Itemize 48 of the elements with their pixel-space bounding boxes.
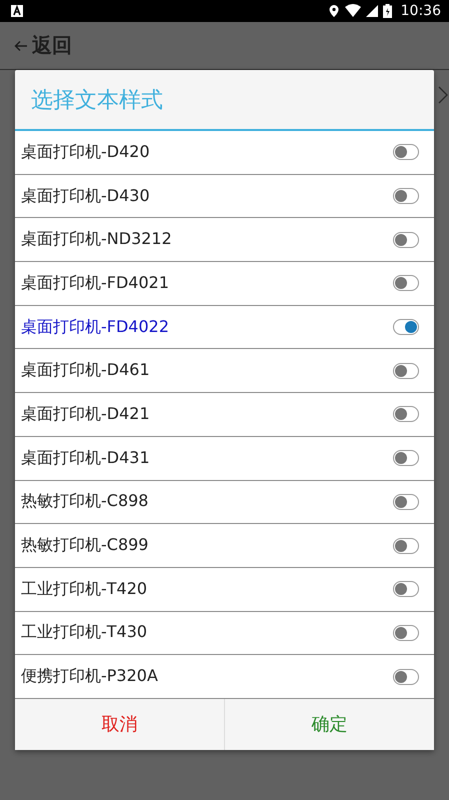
back-arrow-icon <box>14 40 28 52</box>
toggle-switch[interactable] <box>393 319 419 336</box>
option-row[interactable]: 桌面打印机-D431 <box>15 436 434 480</box>
location-icon <box>328 4 340 18</box>
option-row[interactable]: 桌面打印机-D421 <box>15 393 434 437</box>
app-notification-icon <box>10 4 24 18</box>
toggle-switch[interactable] <box>393 406 419 422</box>
toggle-switch[interactable] <box>393 581 419 598</box>
toggle-switch[interactable] <box>393 188 419 204</box>
option-label: 热敏打印机-C899 <box>21 535 148 556</box>
option-row[interactable]: 工业打印机-T430 <box>15 612 434 656</box>
option-row[interactable]: 桌面打印机-D420 <box>15 131 434 175</box>
option-label: 桌面打印机-D461 <box>21 360 150 382</box>
toggle-switch[interactable] <box>393 538 419 554</box>
wifi-icon <box>344 4 361 18</box>
toggle-switch[interactable] <box>393 668 419 685</box>
option-row[interactable]: 桌面打印机-FD4022 <box>15 306 434 350</box>
option-row[interactable]: 桌面打印机-ND3212 <box>15 218 434 262</box>
toggle-switch[interactable] <box>393 450 419 466</box>
option-label: 工业打印机-T430 <box>21 622 148 644</box>
cancel-button[interactable]: 取消 <box>15 698 224 750</box>
option-label: 桌面打印机-D431 <box>21 448 150 469</box>
chevron-right-icon <box>438 86 448 104</box>
option-label: 工业打印机-T420 <box>21 578 148 600</box>
option-label: 桌面打印机-D430 <box>21 186 150 207</box>
option-row[interactable]: 桌面打印机-D430 <box>15 174 434 218</box>
option-label: 桌面打印机-ND3212 <box>21 229 172 250</box>
toggle-switch[interactable] <box>393 144 419 160</box>
option-row[interactable]: 桌面打印机-FD4021 <box>15 262 434 306</box>
signal-icon <box>366 5 378 17</box>
clock-time: 10:36 <box>400 3 441 19</box>
option-row[interactable]: 工业打印机-T420 <box>15 568 434 612</box>
toggle-switch[interactable] <box>393 232 419 248</box>
battery-icon <box>382 4 392 18</box>
toggle-switch[interactable] <box>393 362 419 379</box>
option-row[interactable]: 桌面打印机-D461 <box>15 349 434 394</box>
option-label: 桌面打印机-D421 <box>21 404 150 425</box>
toggle-switch[interactable] <box>393 275 419 292</box>
option-label: 桌面打印机-FD4022 <box>21 316 170 338</box>
option-label: 便携打印机-P320A <box>21 666 158 688</box>
option-row[interactable]: 热敏打印机-C898 <box>15 480 434 524</box>
option-label: 热敏打印机-C898 <box>21 491 148 512</box>
toggle-switch[interactable] <box>393 624 419 641</box>
option-row[interactable]: 热敏打印机-C899 <box>15 524 434 568</box>
confirm-button[interactable]: 确定 <box>224 698 434 750</box>
toggle-switch[interactable] <box>393 494 419 510</box>
option-label: 桌面打印机-D420 <box>21 142 150 163</box>
option-label: 桌面打印机-FD4021 <box>21 272 170 294</box>
